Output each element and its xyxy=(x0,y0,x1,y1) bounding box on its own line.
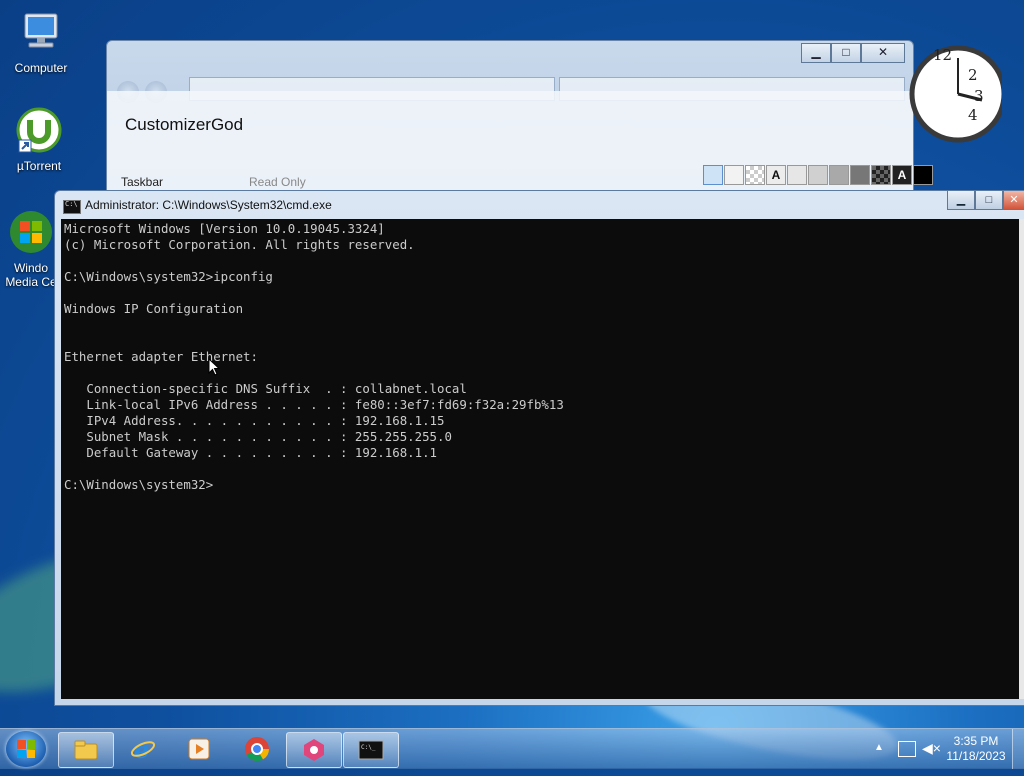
network-icon[interactable] xyxy=(898,741,916,757)
cmd-window-controls: ▁ □ ✕ xyxy=(947,191,1024,210)
maximize-button[interactable]: □ xyxy=(831,43,861,63)
volume-muted-icon[interactable]: ◀× xyxy=(922,740,941,757)
cmd-window[interactable]: Administrator: C:\Windows\System32\cmd.e… xyxy=(54,190,1024,706)
swatch[interactable] xyxy=(724,165,744,185)
swatch[interactable] xyxy=(703,165,723,185)
show-desktop-button[interactable] xyxy=(1012,729,1024,769)
swatch[interactable] xyxy=(808,165,828,185)
cmd-icon: C:\_ xyxy=(358,740,384,760)
console-text: Microsoft Windows [Version 10.0.19045.33… xyxy=(64,221,564,492)
swatch[interactable] xyxy=(913,165,933,185)
clock-number: 2 xyxy=(968,66,978,84)
swatch[interactable] xyxy=(871,165,891,185)
computer-icon xyxy=(24,13,58,48)
swatch[interactable]: A xyxy=(766,165,786,185)
desktop-icon-label: µTorrent xyxy=(16,159,62,173)
mouse-cursor-icon xyxy=(208,358,220,376)
swatch[interactable]: A xyxy=(892,165,912,185)
cmd-title: Administrator: C:\Windows\System32\cmd.e… xyxy=(85,198,332,212)
read-only-label: Read Only xyxy=(249,175,306,189)
swatch[interactable] xyxy=(829,165,849,185)
swatch[interactable] xyxy=(745,165,765,185)
customizergod-window[interactable]: ▁ □ ✕ CustomizerGod Taskbar Read Only A … xyxy=(106,40,933,202)
clock-display[interactable]: 3:35 PM 11/18/2023 xyxy=(944,734,1008,764)
clock-number: 3 xyxy=(974,87,984,105)
color-swatches: A A xyxy=(703,165,934,185)
show-hidden-icons-icon[interactable]: ▲ xyxy=(874,742,884,753)
swatch[interactable] xyxy=(787,165,807,185)
close-button[interactable]: ✕ xyxy=(1003,191,1024,210)
minimize-button[interactable]: ▁ xyxy=(801,43,831,63)
date-label: 11/18/2023 xyxy=(946,749,1006,763)
desktop-icon-label: Computer xyxy=(14,61,68,75)
scrollbar[interactable] xyxy=(1019,219,1024,699)
window-controls: ▁ □ ✕ xyxy=(801,43,905,63)
svg-text:C:\_: C:\_ xyxy=(361,744,376,751)
taskbar: e C:\_ ▲ ◀× 3:35 PM 11/18/2023 xyxy=(0,728,1024,769)
taskbar-cmd[interactable]: C:\_ xyxy=(343,732,399,768)
desktop-icon-computer[interactable]: Computer xyxy=(2,8,80,75)
console-output[interactable]: Microsoft Windows [Version 10.0.19045.33… xyxy=(61,219,1021,699)
taskbar-file-explorer[interactable] xyxy=(58,732,114,768)
start-button[interactable] xyxy=(6,731,46,767)
cmd-titlebar[interactable]: Administrator: C:\Windows\System32\cmd.e… xyxy=(55,191,1024,219)
time-label: 3:35 PM xyxy=(953,734,999,748)
minimize-button[interactable]: ▁ xyxy=(947,191,975,210)
taskbar-internet-explorer[interactable]: e xyxy=(116,732,170,766)
windows-logo-icon xyxy=(17,740,35,758)
swatch[interactable] xyxy=(850,165,870,185)
customizergod-icon xyxy=(304,739,324,761)
close-button[interactable]: ✕ xyxy=(861,43,905,63)
window-title: CustomizerGod xyxy=(125,115,244,134)
cmd-icon xyxy=(63,200,81,214)
utorrent-icon xyxy=(16,107,62,153)
internet-explorer-icon: e xyxy=(130,736,156,762)
taskbar-media-player[interactable] xyxy=(172,732,226,766)
clock-face: 12 2 3 4 xyxy=(909,45,1002,143)
clock-gadget[interactable]: 12 2 3 4 xyxy=(908,36,1002,154)
taskbar-chrome[interactable] xyxy=(230,732,284,766)
media-player-icon xyxy=(188,738,210,760)
clock-number: 4 xyxy=(968,106,978,124)
clock-number: 12 xyxy=(933,46,952,64)
maximize-button[interactable]: □ xyxy=(975,191,1003,210)
svg-text:e: e xyxy=(134,736,149,762)
chrome-icon xyxy=(245,737,269,762)
desktop-icon-utorrent[interactable]: µTorrent xyxy=(0,106,78,173)
tab-taskbar[interactable]: Taskbar xyxy=(121,175,163,189)
windows-media-center-icon xyxy=(10,211,52,253)
taskbar-customizergod[interactable] xyxy=(286,732,342,768)
file-explorer-icon xyxy=(74,740,98,760)
